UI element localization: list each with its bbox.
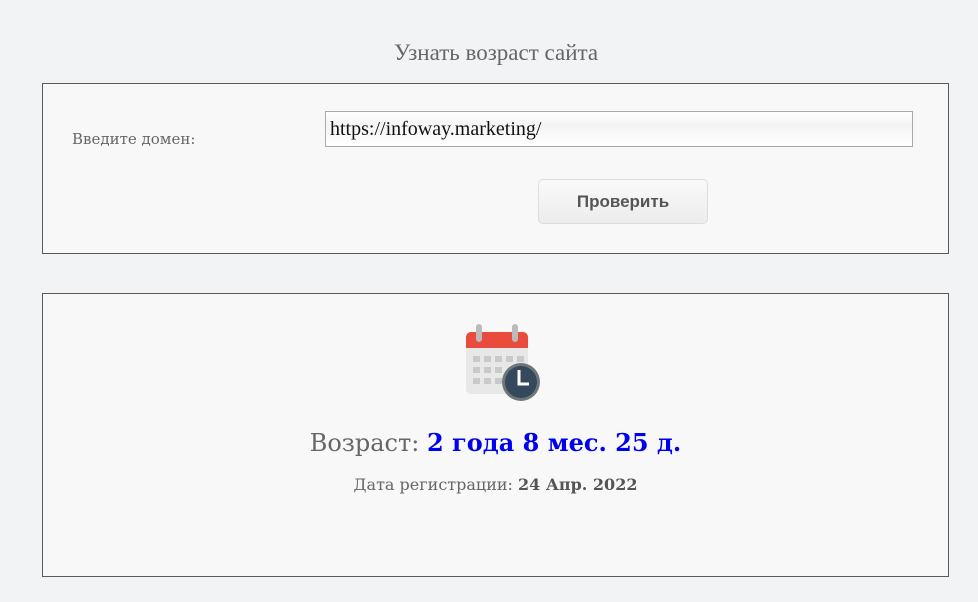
domain-input[interactable] xyxy=(325,111,913,147)
site-age: Возраст: 2 года 8 мес. 25 д. xyxy=(43,428,948,457)
result-panel: Возраст: 2 года 8 мес. 25 д. Дата регист… xyxy=(42,293,949,577)
check-button[interactable]: Проверить xyxy=(538,179,708,224)
domain-label: Введите домен: xyxy=(72,130,196,148)
calendar-clock-icon xyxy=(466,324,540,401)
reg-value: 24 Апр. 2022 xyxy=(518,475,638,494)
age-label: Возраст: xyxy=(309,429,420,457)
reg-label: Дата регистрации: xyxy=(353,475,513,494)
page-title: Узнать возраст сайта xyxy=(393,40,599,65)
age-value: 2 года 8 мес. 25 д. xyxy=(427,428,682,457)
domain-form: Введите домен: Проверить xyxy=(42,83,949,254)
registration-date: Дата регистрации: 24 Апр. 2022 xyxy=(43,475,948,494)
